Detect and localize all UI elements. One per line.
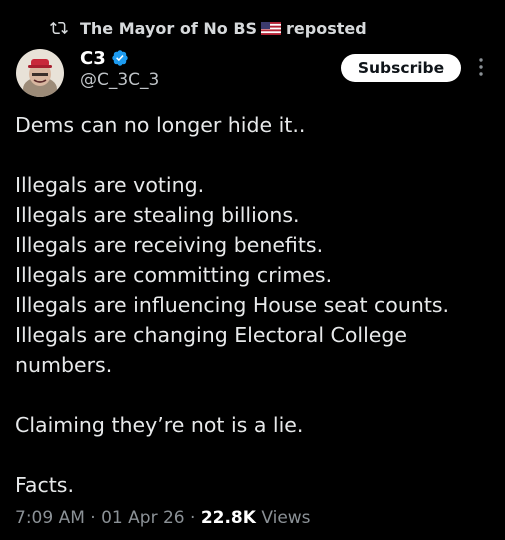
post-line	[15, 440, 495, 470]
subscribe-button[interactable]: Subscribe	[341, 54, 461, 82]
verified-badge-icon	[112, 50, 128, 66]
post-line: Illegals are influencing House seat coun…	[15, 293, 450, 317]
post-line	[15, 380, 495, 410]
post-meta: 7:09 AM · 01 Apr 26 · 22.8K Views	[15, 508, 311, 528]
post-container: The Mayor of No BS reposted C3 @C_3C_3 S…	[0, 0, 505, 540]
repost-suffix: reposted	[286, 18, 367, 38]
views-label: Views	[261, 508, 311, 528]
post-line: Facts.	[15, 473, 74, 497]
author-name-row[interactable]: C3	[80, 46, 129, 70]
post-text: Dems can no longer hide it.. Illegals ar…	[15, 110, 495, 500]
post-line: numbers.	[15, 353, 113, 377]
post-time[interactable]: 7:09 AM	[15, 508, 85, 528]
post-line: Claiming they’re not is a lie.	[15, 413, 304, 437]
meta-separator: ·	[90, 508, 96, 528]
avatar-image	[16, 49, 64, 97]
views-count: 22.8K	[200, 508, 256, 528]
post-line	[15, 140, 495, 170]
post-line: Dems can no longer hide it..	[15, 113, 306, 137]
post-line: Illegals are voting.	[15, 173, 205, 197]
us-flag-icon	[261, 21, 282, 35]
post-date[interactable]: 01 Apr 26	[101, 508, 184, 528]
more-vertical-icon[interactable]	[474, 56, 488, 78]
meta-separator: ·	[190, 508, 196, 528]
repost-header[interactable]: The Mayor of No BS reposted	[50, 15, 367, 41]
repost-icon	[50, 21, 68, 35]
reposter-name[interactable]: The Mayor of No BS	[80, 19, 257, 38]
post-line: Illegals are stealing billions.	[15, 203, 300, 227]
post-line: Illegals are changing Electoral College	[15, 323, 408, 347]
author-display-name[interactable]: C3	[80, 48, 106, 69]
post-line: Illegals are committing crimes.	[15, 263, 333, 287]
post-line: Illegals are receiving benefits.	[15, 233, 324, 257]
avatar[interactable]	[16, 49, 64, 97]
author-handle[interactable]: @C_3C_3	[80, 70, 159, 90]
